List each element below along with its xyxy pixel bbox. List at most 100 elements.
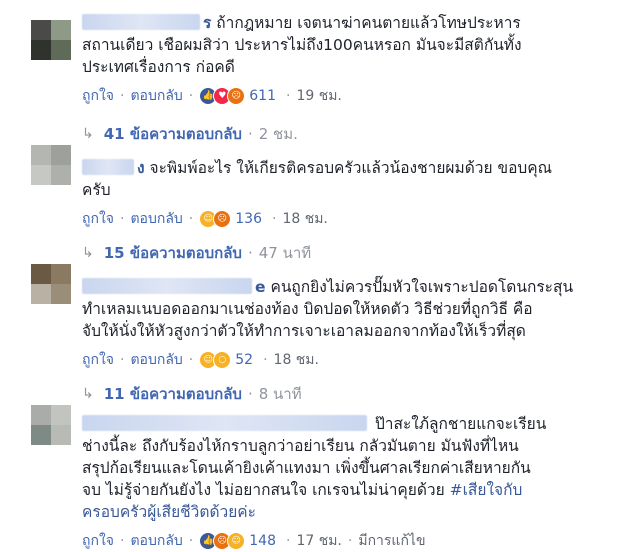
- like-button[interactable]: ถูกใจ: [82, 349, 114, 371]
- reactions[interactable]: ☺ ○: [199, 351, 232, 369]
- comment-text: ง จะพิมพ์อะไร ให้เกียรติครอบครัวแล้วน้อง…: [82, 157, 612, 201]
- comment-line: คนถูกยิงไม่ควรปั๊มหัวใจเพราะปอดโดนกระสุน: [270, 278, 574, 296]
- replies-time: 2 ชม.: [258, 125, 298, 143]
- reply-arrow-icon: ↳: [82, 386, 94, 402]
- reactions[interactable]: 👍 ♥ ☹: [199, 87, 246, 105]
- reply-button[interactable]: ตอบกลับ: [130, 208, 182, 230]
- comment-text: ป๊าสะใภ้ลูกชายแกจะเรียน ช่างนี้ละ ถึงกับ…: [82, 413, 612, 523]
- timestamp[interactable]: 18 ชม.: [274, 349, 319, 371]
- reactions[interactable]: ☺ ☹: [199, 210, 232, 228]
- separator: ·: [188, 352, 194, 368]
- comment-line: จะพิมพ์อะไร ให้เกียรติครอบครัวแล้วน้องชา…: [149, 159, 552, 177]
- reply-button[interactable]: ตอบกลับ: [130, 349, 182, 371]
- avatar[interactable]: [31, 20, 71, 60]
- separator: ·: [271, 211, 277, 227]
- separator: ·: [285, 88, 291, 104]
- comment-line: ช่างนี้ละ ถึงกับร้องไห้กราบลูกว่าอย่าเรี…: [82, 437, 519, 455]
- separator: ·: [247, 385, 253, 403]
- avatar-block: [31, 145, 51, 165]
- avatar-block: [31, 425, 51, 445]
- replies-count[interactable]: 41 ข้อความตอบกลับ: [104, 122, 242, 146]
- separator: ·: [347, 533, 353, 549]
- replies-time: 8 นาที: [258, 385, 302, 403]
- avatar[interactable]: [31, 264, 71, 304]
- avatar-block: [51, 40, 71, 60]
- avatar-block: [31, 40, 51, 60]
- like-button[interactable]: ถูกใจ: [82, 85, 114, 107]
- separator: ·: [188, 533, 194, 549]
- reply-button[interactable]: ตอบกลับ: [130, 85, 182, 107]
- reaction-count[interactable]: 148: [249, 533, 276, 549]
- avatar-block: [51, 165, 71, 185]
- comment-actions: ถูกใจ · ตอบกลับ · ☺ ☹ 136 · 18 ชม.: [82, 209, 612, 229]
- reply-arrow-icon: ↳: [82, 245, 94, 261]
- reply-button[interactable]: ตอบกลับ: [130, 530, 182, 552]
- comment-actions: ถูกใจ · ตอบกลับ · 👍 ☹ ☺ 148 · 17 ชม. · ม…: [82, 531, 612, 551]
- comment-line: ทำเหลมเนบอดออกมาเนช่องท้อง บิดปอดให้หดตั…: [82, 300, 533, 318]
- author-name-suffix: ง: [137, 159, 145, 177]
- comment-line: จับให้นั่งให้หัวสูงกว่าตัวให้ทำการเจาะเอ…: [82, 322, 526, 340]
- author-name[interactable]: [82, 14, 200, 30]
- avatar-block: [31, 284, 51, 304]
- comment-line: จบ ไม่รู้จ่ายกันยังไง ไม่อยากสนใจ เกเรจน…: [82, 481, 445, 499]
- separator: ·: [120, 352, 125, 368]
- view-replies[interactable]: ↳ 15 ข้อความตอบกลับ · 47 นาที: [82, 241, 311, 265]
- replies-count[interactable]: 15 ข้อความตอบกลับ: [104, 241, 242, 265]
- separator: ·: [188, 211, 194, 227]
- separator: ·: [247, 244, 253, 262]
- comment-actions: ถูกใจ · ตอบกลับ · 👍 ♥ ☹ 611 · 19 ชม.: [82, 86, 612, 106]
- reply-arrow-icon: ↳: [82, 126, 94, 142]
- view-replies[interactable]: ↳ 11 ข้อความตอบกลับ · 8 นาที: [82, 382, 302, 406]
- avatar-block: [51, 145, 71, 165]
- avatar-block: [31, 264, 51, 284]
- reaction-count[interactable]: 52: [235, 352, 253, 368]
- comment-text: e คนถูกยิงไม่ควรปั๊มหัวใจเพราะปอดโดนกระส…: [82, 276, 612, 342]
- hashtag-link-continued[interactable]: ครอบครัวผู้เสียชีวิตด้วยค่ะ: [82, 503, 256, 521]
- separator: ·: [285, 533, 291, 549]
- reaction-count[interactable]: 136: [235, 211, 262, 227]
- avatar[interactable]: [31, 405, 71, 445]
- avatar-block: [31, 405, 51, 425]
- comment-line: สถานเดียว เชือผมสิว่า ประหารไม่ถึง100คนห…: [82, 36, 522, 54]
- hashtag-link[interactable]: #เสียใจกับ: [450, 481, 523, 499]
- avatar-block: [51, 264, 71, 284]
- reactions[interactable]: 👍 ☹ ☺: [199, 532, 246, 550]
- separator: ·: [120, 211, 125, 227]
- timestamp[interactable]: 18 ชม.: [282, 208, 327, 230]
- replies-time: 47 นาที: [258, 244, 312, 262]
- comment-line: ประเทศเรื่องการ ก่อคดี: [82, 58, 235, 76]
- timestamp[interactable]: 19 ชม.: [296, 85, 341, 107]
- comment-line: ถ้ากฎหมาย เจตนาฆ่าคนตายแล้วโทษประหาร: [216, 14, 521, 32]
- comment-line: ครับ: [82, 181, 111, 199]
- view-replies[interactable]: ↳ 41 ข้อความตอบกลับ · 2 ชม.: [82, 122, 298, 146]
- avatar[interactable]: [31, 145, 71, 185]
- haha-icon: ☺: [227, 532, 246, 550]
- comment-line: สรุปก้อเรียนและโดนเค้ายิงเค้าแทงมา เพิ่ง…: [82, 459, 531, 477]
- author-name-suffix: ร: [203, 14, 212, 32]
- avatar-block: [51, 284, 71, 304]
- author-name[interactable]: [82, 415, 367, 431]
- separator: ·: [120, 88, 125, 104]
- avatar-block: [31, 20, 51, 40]
- author-name[interactable]: [82, 159, 134, 175]
- separator: ·: [188, 88, 194, 104]
- angry-icon: ☹: [227, 87, 246, 105]
- avatar-block: [51, 405, 71, 425]
- author-name-suffix: e: [255, 278, 266, 296]
- edited-label[interactable]: มีการแก้ไข: [358, 530, 425, 552]
- comment-actions: ถูกใจ · ตอบกลับ · ☺ ○ 52 · 18 ชม.: [82, 350, 612, 370]
- timestamp[interactable]: 17 ชม.: [296, 530, 341, 552]
- avatar-block: [51, 20, 71, 40]
- separator: ·: [263, 352, 268, 368]
- angry-icon: ☹: [213, 210, 232, 228]
- separator: ·: [247, 125, 253, 143]
- reaction-count[interactable]: 611: [249, 88, 276, 104]
- comment-text: ร ถ้ากฎหมาย เจตนาฆ่าคนตายแล้วโทษประหาร ส…: [82, 12, 612, 78]
- author-name[interactable]: [82, 278, 252, 294]
- replies-count[interactable]: 11 ข้อความตอบกลับ: [104, 382, 242, 406]
- like-button[interactable]: ถูกใจ: [82, 208, 114, 230]
- avatar-block: [31, 165, 51, 185]
- like-button[interactable]: ถูกใจ: [82, 530, 114, 552]
- separator: ·: [120, 533, 125, 549]
- wow-icon: ○: [213, 351, 232, 369]
